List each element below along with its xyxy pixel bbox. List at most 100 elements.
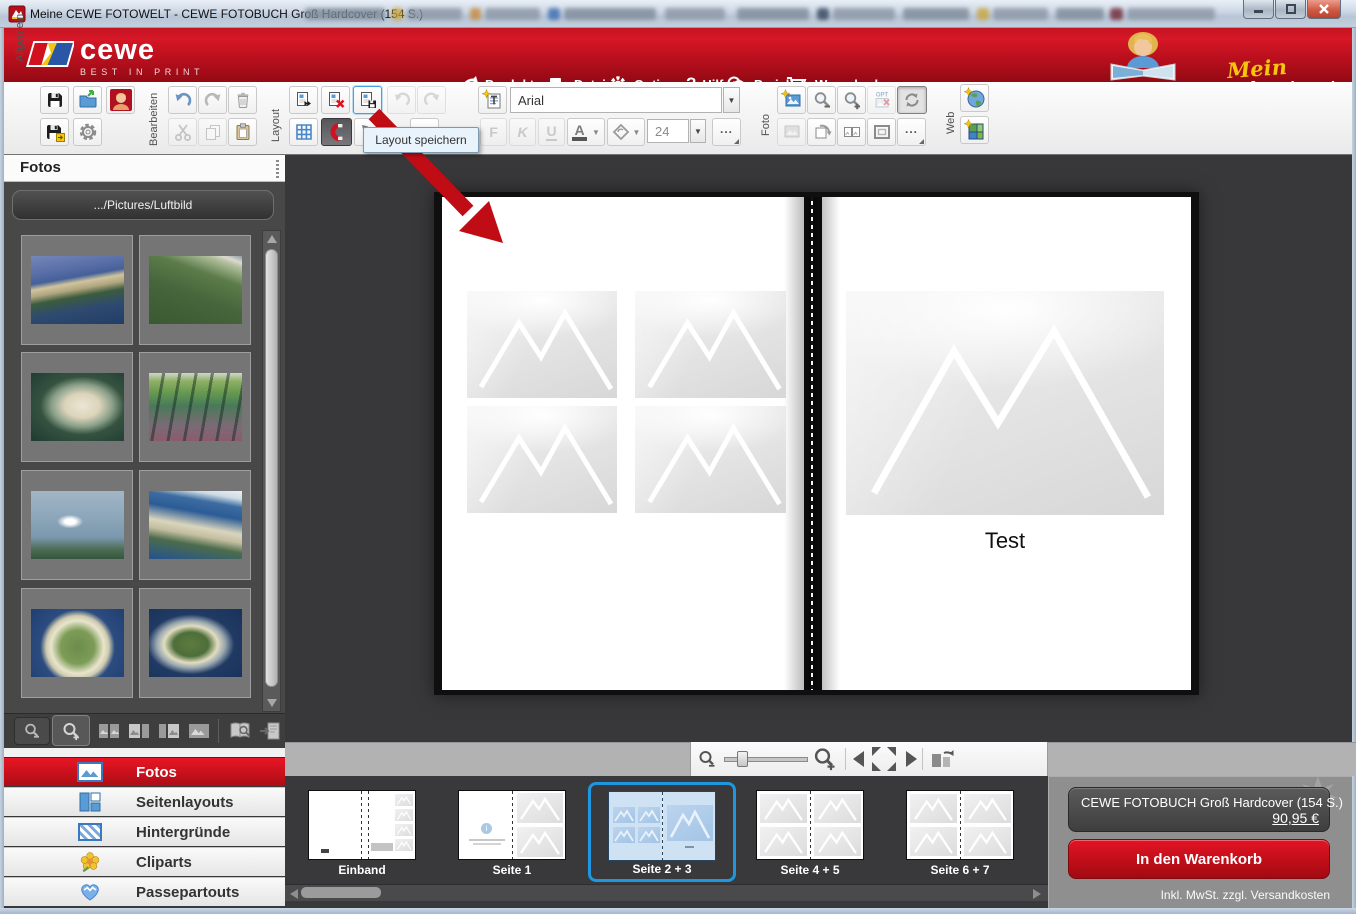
product-price[interactable]: 90,95 € — [1272, 810, 1319, 826]
text-rotate-button[interactable]: ▼ — [607, 118, 645, 146]
sidebar-item-fotos[interactable]: Fotos — [4, 757, 285, 786]
photo-thumbnail-cell[interactable] — [21, 470, 133, 580]
photo-auto-enhance-button[interactable] — [897, 86, 927, 114]
italic-button[interactable]: K — [509, 118, 536, 146]
photo-thumbnail-cell[interactable] — [139, 470, 251, 580]
fit-view-icon[interactable] — [872, 747, 896, 771]
layout-save-button[interactable] — [353, 86, 382, 114]
minimize-button[interactable] — [1243, 0, 1274, 19]
account-button[interactable] — [106, 86, 135, 114]
delete-button[interactable] — [228, 86, 257, 114]
blurred-item — [485, 8, 540, 20]
used-photos-button[interactable] — [256, 717, 284, 745]
next-page-icon[interactable] — [905, 751, 917, 767]
save-button[interactable] — [40, 86, 69, 114]
photo-thumbnail-cell[interactable] — [21, 235, 133, 345]
bold-button[interactable]: F — [480, 118, 507, 146]
redo-button[interactable] — [198, 86, 227, 114]
page-text-element[interactable]: Test — [846, 528, 1164, 554]
filmstrip-scrollbar-thumb[interactable] — [301, 887, 381, 898]
page-thumb-einband[interactable] — [308, 790, 416, 860]
close-button[interactable] — [1307, 0, 1341, 19]
scroll-left-icon[interactable] — [290, 889, 298, 899]
photo-rotate-button[interactable] — [807, 118, 836, 146]
photo-placeholder[interactable] — [635, 291, 786, 398]
view-mode-large-button[interactable] — [186, 719, 212, 743]
photo-placeholder[interactable] — [635, 406, 786, 513]
zoom-out-icon[interactable] — [697, 749, 718, 770]
font-size-field[interactable]: 24 — [647, 119, 689, 143]
page-thumb-seite-4-5[interactable] — [756, 790, 864, 860]
font-color-button[interactable]: A ▼ — [567, 118, 605, 146]
page-thumb-seite-1[interactable]: i — [458, 790, 566, 860]
opt-icon: OPT — [875, 93, 890, 108]
rotate-right-button[interactable] — [417, 86, 446, 114]
add-photo-button[interactable] — [777, 86, 806, 114]
cut-button[interactable] — [168, 118, 197, 146]
view-mode-photo-right-button[interactable] — [156, 719, 182, 743]
change-view-icon[interactable] — [930, 748, 954, 770]
sidebar-item-passepartouts[interactable]: Passepartouts — [4, 877, 285, 906]
layout-delete-button[interactable] — [321, 86, 350, 114]
font-family-select[interactable]: Arial — [510, 87, 722, 113]
photo-effects-button[interactable] — [777, 118, 806, 146]
photo-frame-button[interactable] — [867, 118, 896, 146]
thumbs-layout-icon — [99, 724, 119, 738]
photo-zoom-in-button[interactable] — [837, 86, 866, 114]
add-text-button[interactable] — [478, 86, 507, 114]
sidebar-item-hintergruende[interactable]: Hintergründe — [4, 817, 285, 846]
group-label-allgemein: Allgemein — [14, 13, 26, 62]
save-as-button[interactable] — [40, 118, 69, 146]
sidebar-grip-icon[interactable] — [276, 160, 279, 178]
photo-opt-button[interactable]: OPT — [867, 86, 896, 114]
font-size-dropdown-button[interactable]: ▼ — [690, 119, 706, 143]
filmstrip-scrollbar[interactable] — [285, 884, 1048, 901]
copy-button[interactable] — [198, 118, 227, 146]
grid-button[interactable] — [289, 118, 318, 146]
zoom-slider-handle[interactable] — [737, 751, 748, 767]
photo-more-button[interactable]: ... — [897, 118, 926, 146]
previous-page-icon[interactable] — [853, 751, 865, 767]
scroll-up-icon[interactable] — [267, 235, 277, 243]
photo-thumbnail-cell[interactable] — [21, 352, 133, 462]
scroll-right-icon[interactable] — [1033, 889, 1041, 899]
view-mode-small-thumbs-button[interactable] — [96, 719, 122, 743]
view-mode-photo-left-button[interactable] — [126, 719, 152, 743]
zoom-in-icon[interactable] — [812, 746, 838, 772]
magnet-snap-button[interactable] — [321, 118, 352, 146]
thumb-zoom-out-button[interactable] — [14, 717, 50, 745]
undo-button[interactable] — [168, 86, 197, 114]
layout-apply-button[interactable] — [289, 86, 318, 114]
font-family-dropdown-button[interactable]: ▼ — [723, 87, 740, 113]
scrollbar-thumb[interactable] — [265, 249, 278, 687]
photo-thumbnail-cell[interactable] — [139, 352, 251, 462]
page-thumb-seite-6-7[interactable] — [906, 790, 1014, 860]
paste-button[interactable] — [228, 118, 257, 146]
photo-zoom-out-button[interactable] — [807, 86, 836, 114]
photo-thumbnail-cell[interactable] — [139, 588, 251, 698]
photo-spread-button[interactable] — [837, 118, 866, 146]
rotate-left-button[interactable] — [387, 86, 416, 114]
thumb-zoom-in-button[interactable] — [52, 715, 90, 746]
browse-book-photos-button[interactable] — [226, 717, 254, 745]
blurred-item — [737, 8, 809, 20]
text-more-button[interactable]: ... — [712, 118, 741, 146]
web-map-button[interactable] — [960, 116, 989, 144]
photo-thumbnail-cell[interactable] — [21, 588, 133, 698]
sidebar-item-cliparts[interactable]: Cliparts — [4, 847, 285, 876]
open-button[interactable] — [73, 86, 102, 114]
add-to-cart-button[interactable]: In den Warenkorb — [1068, 839, 1330, 879]
photo-placeholder[interactable] — [467, 406, 617, 513]
page-thumb-seite-2-3[interactable] — [608, 791, 716, 861]
settings-button[interactable] — [73, 118, 102, 146]
photo-placeholder[interactable] — [467, 291, 617, 398]
underline-button[interactable]: U — [538, 118, 565, 146]
photo-panel-scrollbar[interactable] — [262, 230, 281, 712]
maximize-button[interactable] — [1275, 0, 1306, 19]
photo-folder-path-button[interactable]: .../Pictures/Luftbild — [12, 190, 274, 220]
sidebar-item-seitenlayouts[interactable]: Seitenlayouts — [4, 787, 285, 816]
web-globe-button[interactable] — [960, 84, 989, 112]
scroll-down-icon[interactable] — [267, 699, 277, 707]
photo-thumbnail-cell[interactable] — [139, 235, 251, 345]
photo-placeholder-large[interactable] — [846, 291, 1164, 515]
